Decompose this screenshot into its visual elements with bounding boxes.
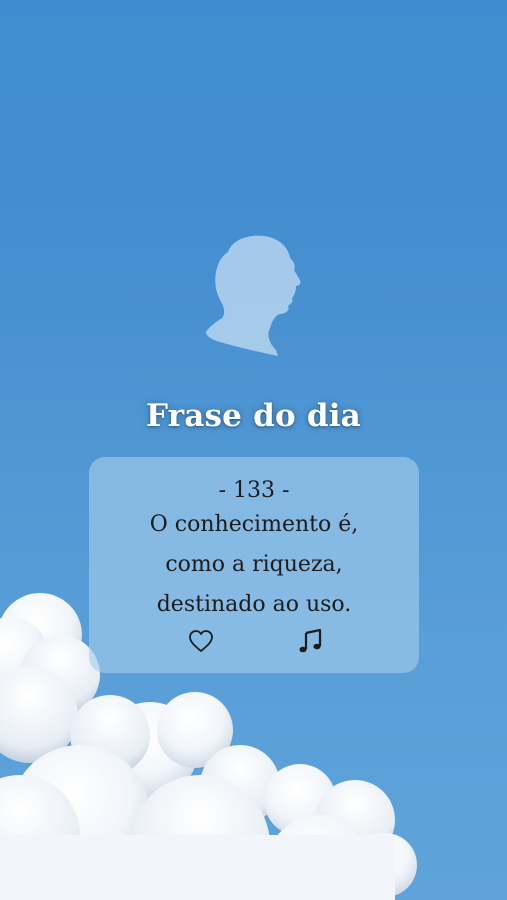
page-title: Frase do dia [146, 398, 361, 434]
quote-text-line-2: como a riqueza, [165, 552, 343, 577]
music-note-icon[interactable] [297, 627, 325, 655]
quote-text-line-1: O conhecimento é, [149, 512, 359, 537]
quote-card: - 133 - O conhecimento é, como a riqueza… [89, 457, 419, 673]
author-silhouette-icon [206, 235, 301, 356]
quote-actions [89, 627, 419, 657]
quote-of-the-day-screen: Frase do dia - 133 - O conhecimento é, c… [0, 0, 507, 900]
quote-number: - 133 - [218, 478, 290, 503]
heart-outline-icon[interactable] [187, 627, 215, 655]
quote-text-line-3: destinado ao uso. [156, 592, 352, 617]
